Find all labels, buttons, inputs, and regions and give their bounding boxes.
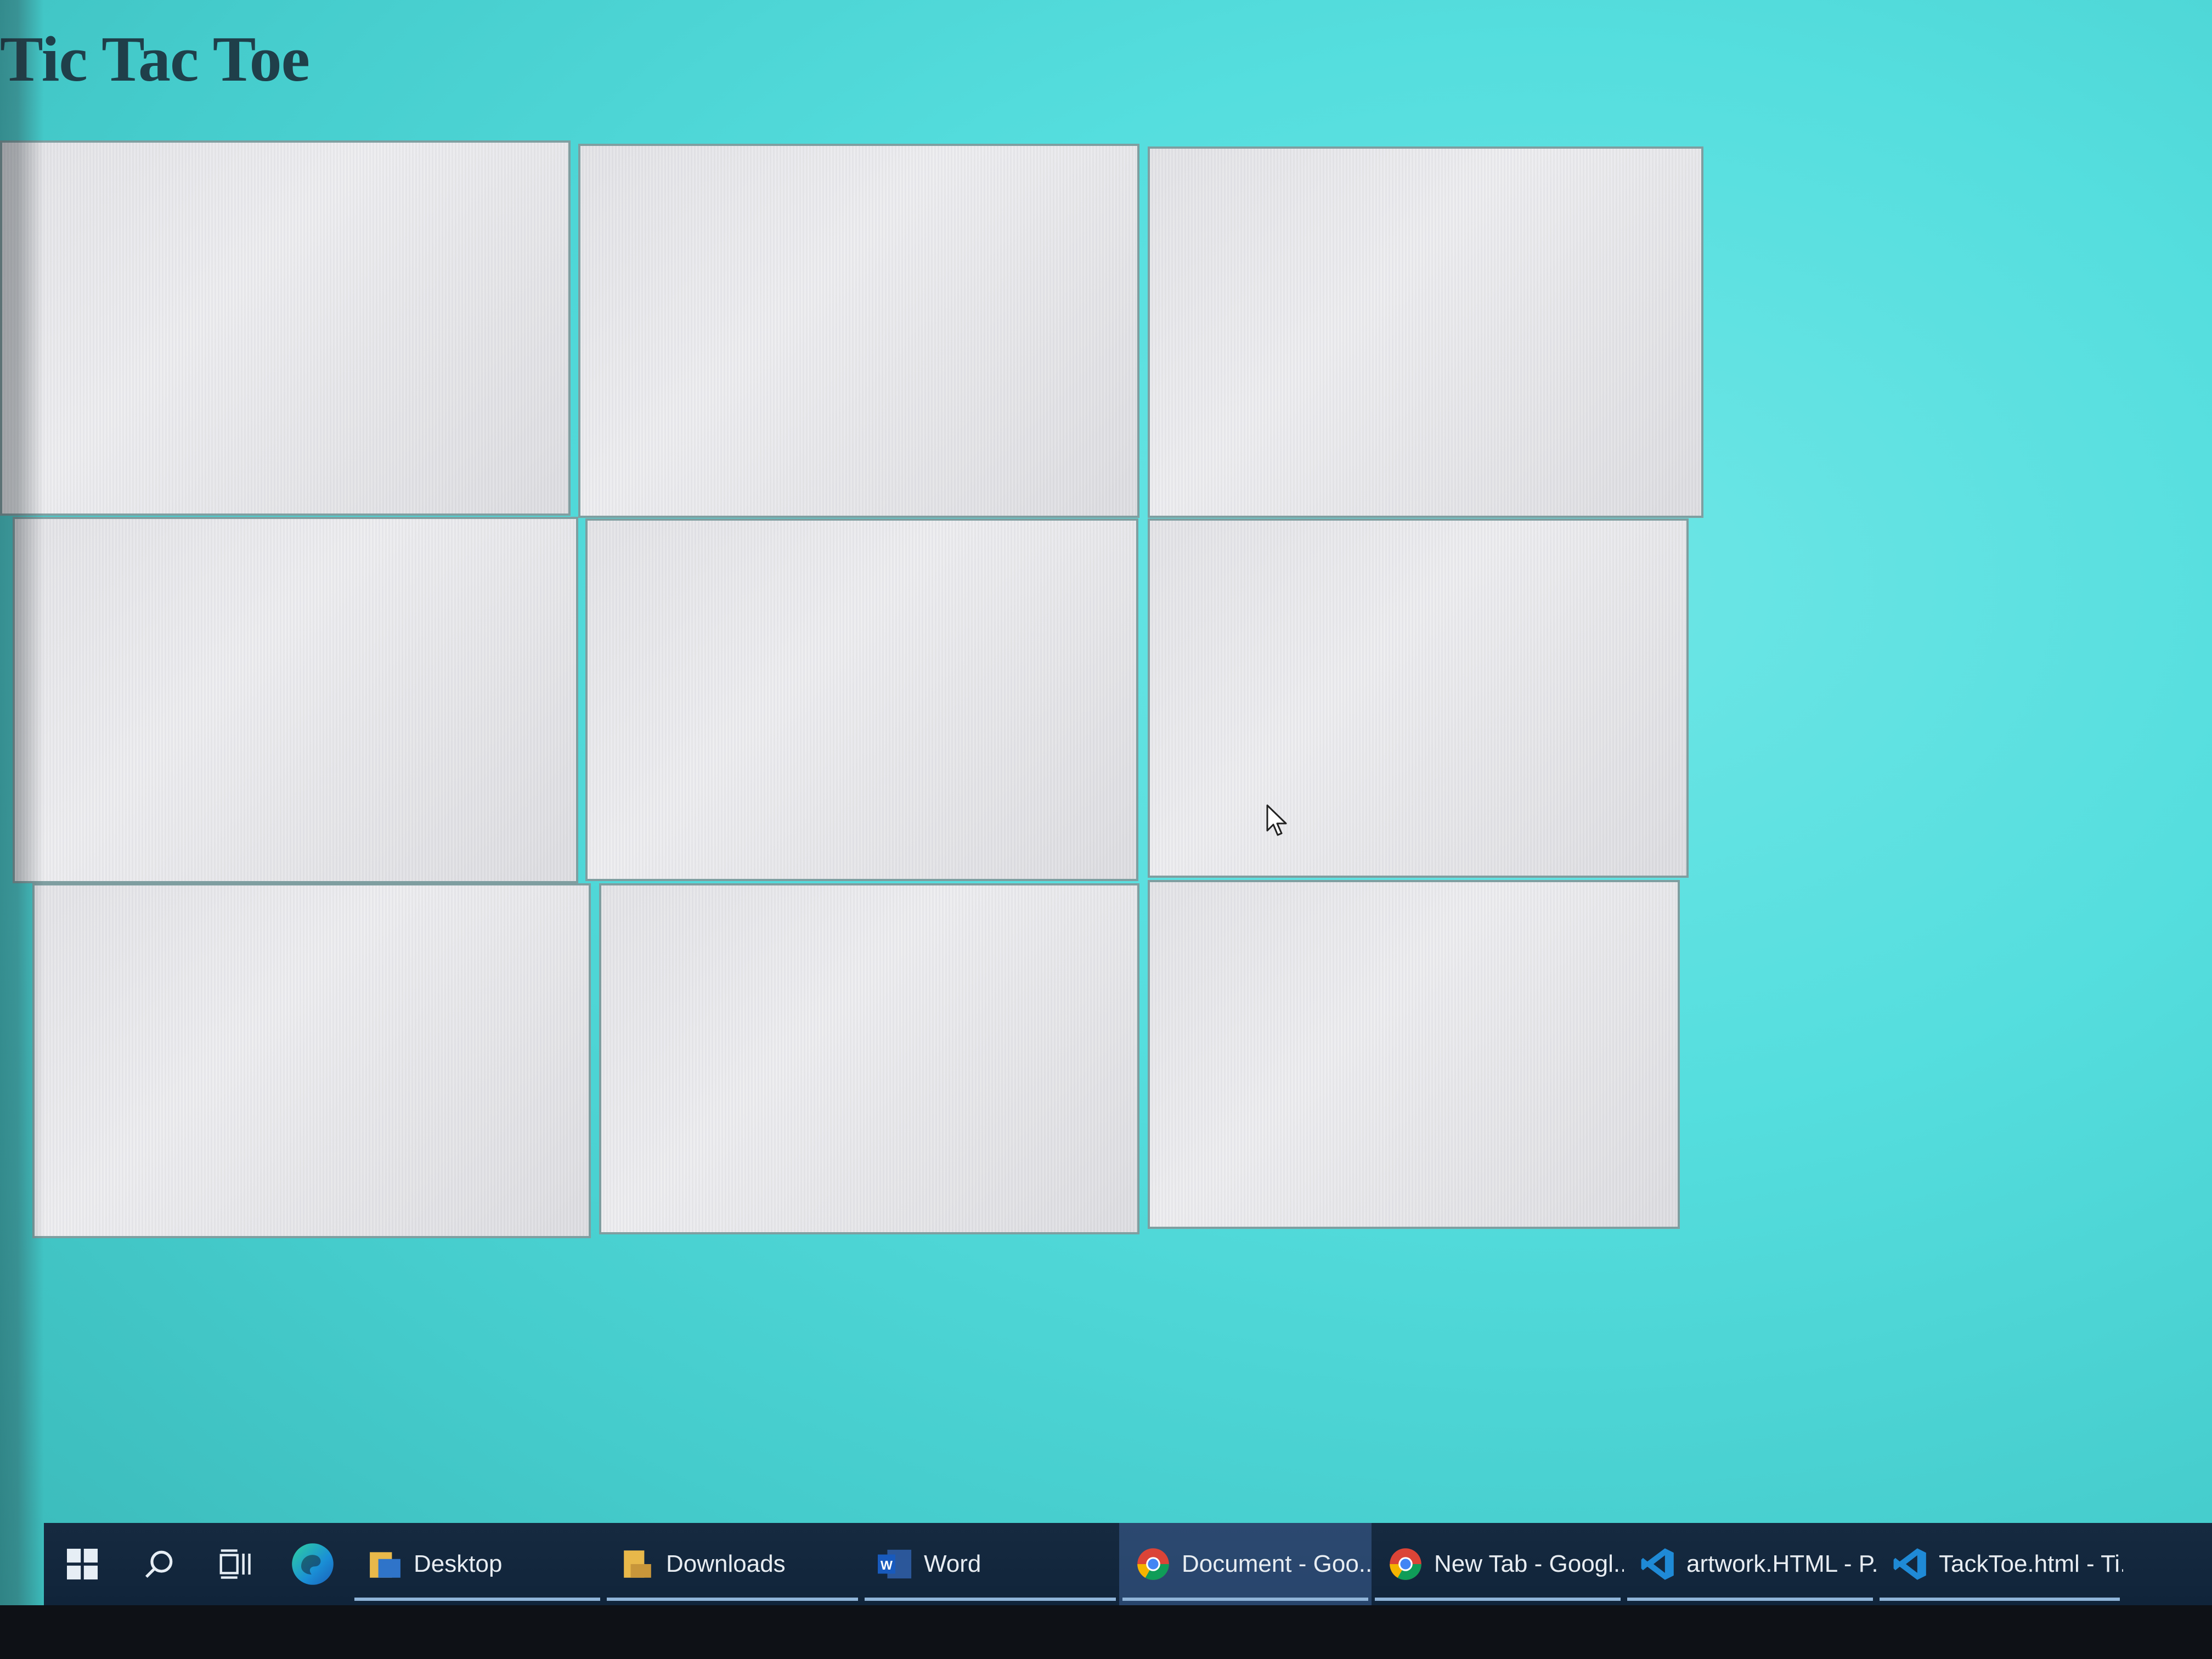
taskbar-app-label: TackToe.html - Ti... xyxy=(1939,1550,2123,1577)
task-view-icon[interactable] xyxy=(198,1523,274,1605)
chrome-icon xyxy=(1388,1547,1423,1582)
svg-text:W: W xyxy=(881,1558,893,1572)
board-cell-3[interactable] xyxy=(1148,146,1703,518)
taskbar-app-vscode-tacktoe[interactable]: TackToe.html - Ti... xyxy=(1876,1523,2123,1605)
running-indicator xyxy=(865,1598,1116,1601)
tic-tac-toe-board xyxy=(0,0,2212,1659)
taskbar-app-label: Document - Goo... xyxy=(1182,1550,1372,1577)
taskbar-app-chrome-document[interactable]: Document - Goo... xyxy=(1119,1523,1372,1605)
running-indicator xyxy=(354,1598,600,1601)
board-cell-1[interactable] xyxy=(0,140,571,516)
folder-icon xyxy=(620,1547,655,1582)
board-cell-7[interactable] xyxy=(32,883,591,1238)
taskbar-app-chrome-new-tab[interactable]: New Tab - Googl... xyxy=(1372,1523,1624,1605)
browser-page: Tic Tac Toe Desktop Downloads W Word Doc… xyxy=(0,0,2212,1659)
board-cell-2[interactable] xyxy=(578,144,1139,518)
taskbar-app-downloads[interactable]: Downloads xyxy=(603,1523,861,1605)
running-indicator xyxy=(1375,1598,1621,1601)
mouse-pointer-icon xyxy=(1266,804,1287,836)
board-cell-4[interactable] xyxy=(13,517,578,883)
taskbar-app-desktop[interactable]: Desktop xyxy=(351,1523,603,1605)
running-indicator xyxy=(1880,1598,2120,1601)
board-cell-9[interactable] xyxy=(1148,880,1680,1229)
board-cell-8[interactable] xyxy=(599,883,1139,1234)
edge-icon[interactable] xyxy=(274,1523,351,1605)
taskbar-app-label: Word xyxy=(924,1550,981,1577)
vscode-icon xyxy=(1640,1547,1675,1582)
search-icon[interactable] xyxy=(121,1523,198,1605)
word-icon: W xyxy=(878,1547,913,1582)
chrome-icon xyxy=(1136,1547,1171,1582)
folder-icon xyxy=(368,1547,403,1582)
taskbar-app-label: Desktop xyxy=(414,1550,503,1577)
running-indicator xyxy=(1122,1598,1368,1601)
vscode-icon xyxy=(1893,1547,1928,1582)
screen-bottom-bezel xyxy=(0,1605,2212,1659)
taskbar-app-vscode-artwork[interactable]: artwork.HTML - P... xyxy=(1624,1523,1876,1605)
taskbar-app-label: New Tab - Googl... xyxy=(1434,1550,1624,1577)
running-indicator xyxy=(1627,1598,1873,1601)
windows-taskbar: Desktop Downloads W Word Document - Goo.… xyxy=(44,1523,2212,1605)
board-cell-6[interactable] xyxy=(1148,518,1689,878)
taskbar-app-word[interactable]: W Word xyxy=(861,1523,1119,1605)
taskbar-app-label: Downloads xyxy=(666,1550,786,1577)
board-cell-5[interactable] xyxy=(585,518,1138,881)
running-indicator xyxy=(607,1598,858,1601)
taskbar-app-label: artwork.HTML - P... xyxy=(1686,1550,1876,1577)
windows-start-icon[interactable] xyxy=(44,1523,121,1605)
